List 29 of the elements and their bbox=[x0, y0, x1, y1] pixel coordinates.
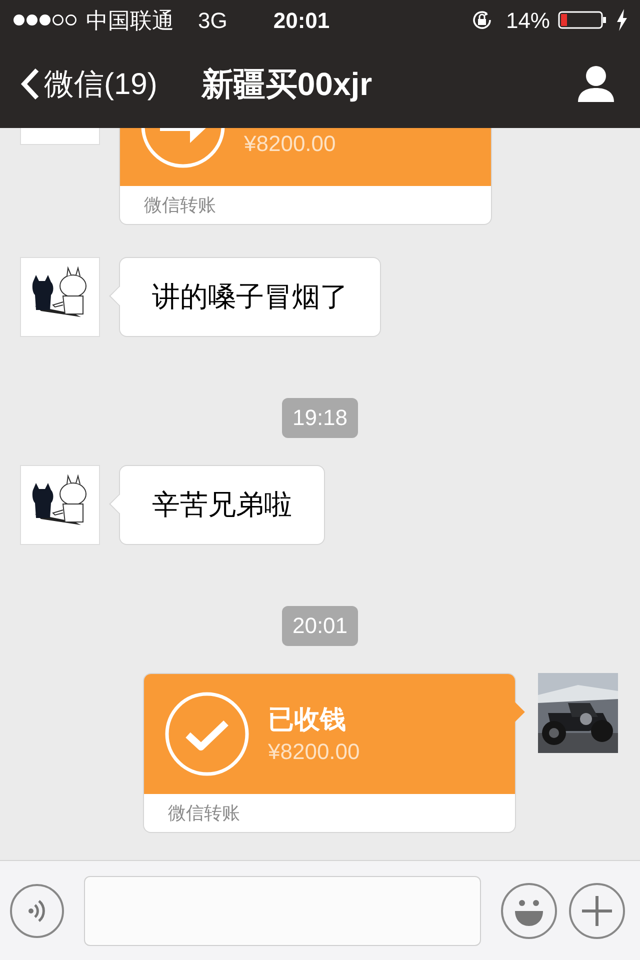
emoji-button[interactable] bbox=[501, 882, 557, 938]
back-button[interactable]: 微信(19) bbox=[20, 62, 158, 106]
transfer-amount: ¥8200.00 bbox=[268, 738, 360, 766]
timestamp: 19:18 bbox=[282, 398, 358, 438]
signal-icon bbox=[12, 13, 78, 27]
message-input[interactable] bbox=[84, 876, 481, 946]
transfer-card[interactable]: ¥8200.00 微信转账 bbox=[119, 128, 492, 225]
network-type: 3G bbox=[198, 6, 228, 34]
transfer-card[interactable]: 已收钱 ¥8200.00 微信转账 bbox=[143, 673, 516, 833]
charging-icon bbox=[616, 9, 628, 31]
avatar-drawing[interactable] bbox=[20, 465, 100, 545]
plus-icon bbox=[580, 894, 614, 928]
avatar-drawing[interactable] bbox=[20, 257, 100, 337]
transfer-amount: ¥8200.00 bbox=[244, 130, 336, 158]
carrier-name: 中国联通 bbox=[86, 6, 174, 34]
add-button[interactable] bbox=[569, 882, 625, 938]
message-bubble: 辛苦兄弟啦 bbox=[119, 465, 325, 545]
battery-percent: 14% bbox=[506, 6, 550, 34]
transfer-title: 已收钱 bbox=[268, 703, 347, 736]
back-icon bbox=[20, 67, 40, 101]
transfer-label: 微信转账 bbox=[144, 194, 216, 216]
message-bubble: 讲的嗓子冒烟了 bbox=[119, 257, 381, 337]
timestamp: 20:01 bbox=[282, 606, 358, 646]
status-time: 20:01 bbox=[273, 6, 330, 34]
chat-title: 新疆买00xjr bbox=[201, 65, 372, 104]
profile-button[interactable] bbox=[576, 64, 616, 104]
voice-button[interactable] bbox=[10, 884, 64, 938]
battery-icon bbox=[558, 10, 608, 30]
transfer-label: 微信转账 bbox=[168, 802, 240, 824]
